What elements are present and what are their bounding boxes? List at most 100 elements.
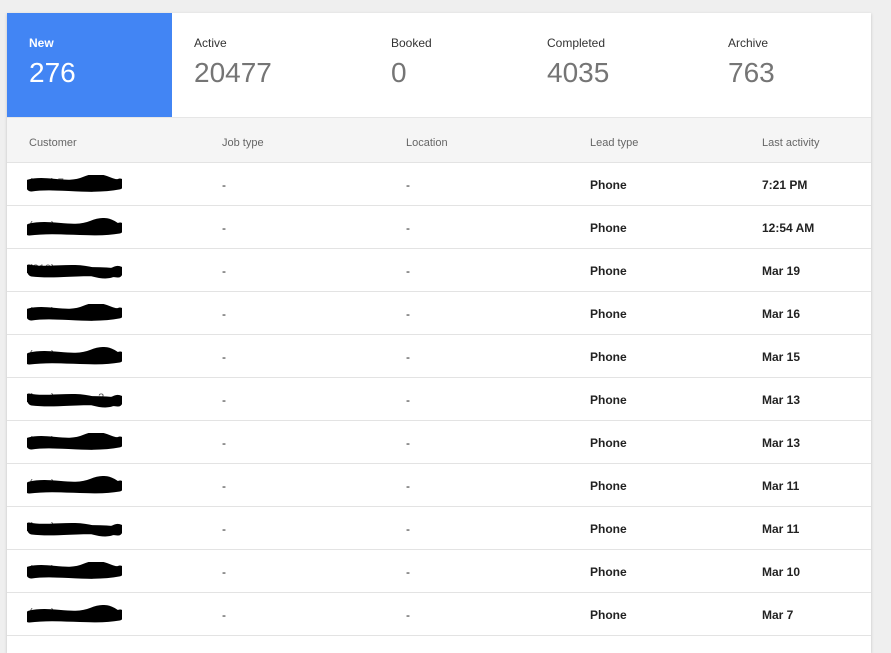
table-row[interactable]: (___) ___-____ - - Phone Mar 11 [7,464,871,507]
lead-type-cell: Phone [590,178,627,192]
table-row[interactable]: (___) ___-____ - - Phone Mar 10 [7,550,871,593]
job-type-cell: - [222,178,226,192]
job-type-cell: - [222,565,226,579]
table-row[interactable]: (___) ___-____ - - Phone 12:54 AM [7,206,871,249]
status-tabs: New 276 Active 20477 Booked 0 Completed … [7,13,871,118]
table-row[interactable]: (___) ___-___2 - - Phone Mar 13 [7,378,871,421]
header-job-type[interactable]: Job type [222,137,264,149]
lead-type-cell: Phone [590,350,627,364]
job-type-cell: - [222,479,226,493]
job-type-cell: - [222,522,226,536]
location-cell: - [406,221,410,235]
customer-cell[interactable]: (___) ___-____ [27,562,122,580]
header-last-activity[interactable]: Last activity [762,137,819,149]
location-cell: - [406,350,410,364]
customer-cell[interactable]: (310) ___-____ [27,263,122,279]
tab-label: Archive [728,36,769,50]
customer-cell[interactable]: (___) ___-____ [27,304,122,322]
last-activity-cell: Mar 10 [762,565,801,579]
last-activity-cell: 7:21 PM [762,178,808,192]
last-activity-cell: Mar 16 [762,307,801,321]
redaction-mark [27,605,122,623]
redaction-mark [27,264,122,279]
redaction-mark [27,476,122,494]
last-activity-cell: Mar 15 [762,350,801,364]
job-type-cell: - [222,307,226,321]
location-cell: - [406,479,410,493]
last-activity-cell: Mar 19 [762,264,801,278]
redaction-mark [27,393,122,408]
redaction-mark [27,433,122,450]
customer-cell[interactable]: (___) ___-____ [27,433,122,451]
lead-type-cell: Phone [590,393,627,407]
tab-count: 20477 [194,57,272,88]
lead-type-cell: Phone [590,307,627,321]
tab-label: Completed [547,36,606,50]
tab-active[interactable]: Active 20477 [172,13,369,117]
location-cell: - [406,178,410,192]
customer-cell[interactable]: (___) ___-____ [27,347,122,365]
tab-count: 276 [29,57,76,88]
table-row[interactable]: (___) ___-____ - - Phone Mar 7 [7,593,871,636]
tab-count: 4035 [547,57,610,88]
tab-archive[interactable]: Archive 763 [706,13,871,117]
last-activity-cell: Mar 13 [762,436,801,450]
last-activity-cell: Mar 11 [762,479,800,493]
lead-type-cell: Phone [590,608,627,622]
tab-completed[interactable]: Completed 4035 [525,13,706,117]
location-cell: - [406,393,410,407]
location-cell: - [406,307,410,321]
location-cell: - [406,264,410,278]
table-row[interactable]: (___) ___-____ - - Phone Mar 16 [7,292,871,335]
table-row[interactable]: (___) ___-____ - - Phone Mar 11 [7,507,871,550]
tab-label: Booked [391,36,432,50]
table-body: (7__) 7__-____ - - Phone 7:21 PM (___) ___-__… [7,163,871,636]
tab-new[interactable]: New 276 [7,13,172,117]
tab-booked[interactable]: Booked 0 [369,13,525,117]
job-type-cell: - [222,608,226,622]
job-type-cell: - [222,350,226,364]
header-customer[interactable]: Customer [29,137,77,149]
customer-cell[interactable]: (___) ___-____ [27,521,122,537]
lead-type-cell: Phone [590,264,627,278]
header-lead-type[interactable]: Lead type [590,137,638,149]
lead-type-cell: Phone [590,565,627,579]
customer-cell[interactable]: (___) ___-____ [27,476,122,494]
location-cell: - [406,608,410,622]
last-activity-cell: 12:54 AM [762,221,815,235]
tab-count: 763 [728,57,775,88]
table-row[interactable]: (7__) 7__-____ - - Phone 7:21 PM [7,163,871,206]
leads-panel: New 276 Active 20477 Booked 0 Completed … [7,13,871,653]
customer-cell[interactable]: (___) ___-____ [27,218,122,236]
redaction-mark [27,175,122,192]
redaction-mark [27,347,122,365]
customer-cell[interactable]: (___) ___-____ [27,605,122,623]
table-header: Customer Job type Location Lead type Las… [7,118,871,163]
customer-cell[interactable]: (7__) 7__-____ [27,175,122,193]
tab-label: New [29,36,54,50]
table-row[interactable]: (___) ___-____ - - Phone Mar 15 [7,335,871,378]
header-location[interactable]: Location [406,137,448,149]
last-activity-cell: Mar 13 [762,393,801,407]
redaction-mark [27,522,122,537]
location-cell: - [406,565,410,579]
job-type-cell: - [222,264,226,278]
redaction-mark [27,304,122,321]
table-row[interactable]: (310) ___-____ - - Phone Mar 19 [7,249,871,292]
tab-count: 0 [391,57,407,88]
job-type-cell: - [222,393,226,407]
redaction-mark [27,562,122,579]
table-row[interactable]: (___) ___-____ - - Phone Mar 13 [7,421,871,464]
lead-type-cell: Phone [590,221,627,235]
last-activity-cell: Mar 7 [762,608,794,622]
redaction-mark [27,218,122,236]
lead-type-cell: Phone [590,436,627,450]
lead-type-cell: Phone [590,522,627,536]
tab-label: Active [194,36,227,50]
job-type-cell: - [222,221,226,235]
last-activity-cell: Mar 11 [762,522,800,536]
job-type-cell: - [222,436,226,450]
location-cell: - [406,436,410,450]
customer-cell[interactable]: (___) ___-___2 [27,392,122,408]
location-cell: - [406,522,410,536]
